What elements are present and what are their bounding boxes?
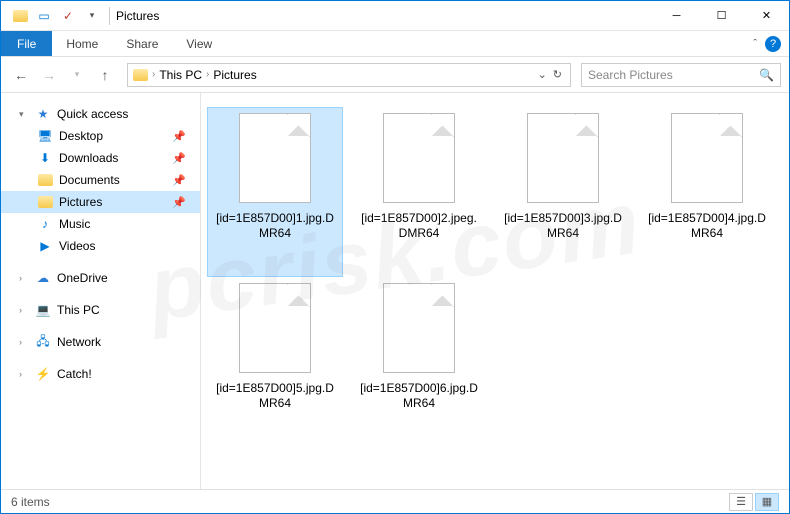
file-item[interactable]: [id=1E857D00]1.jpg.DMR64 [207, 107, 343, 277]
ribbon-tabs: File Home Share View ˆ ? [1, 31, 789, 57]
qat-dropdown-icon[interactable]: ▾ [81, 5, 103, 27]
maximize-button[interactable]: ☐ [699, 1, 744, 31]
new-folder-icon[interactable]: ✓ [57, 5, 79, 27]
item-count: 6 items [11, 495, 50, 509]
downloads-icon: ⬇ [37, 150, 53, 166]
up-button[interactable]: ↑ [93, 63, 117, 87]
sidebar-item-pictures[interactable]: Pictures 📌 [1, 191, 200, 213]
file-item[interactable]: [id=1E857D00]2.jpeg.DMR64 [351, 107, 487, 277]
expand-icon[interactable]: › [19, 369, 29, 379]
search-icon: 🔍 [759, 68, 774, 82]
address-bar[interactable]: › This PC › Pictures ⌄ ↻ [127, 63, 571, 87]
file-name: [id=1E857D00]6.jpg.DMR64 [357, 381, 481, 411]
help-icon[interactable]: ? [765, 36, 781, 52]
videos-icon: ▶ [37, 238, 53, 254]
window-controls: ─ ☐ ✕ [654, 1, 789, 31]
generic-file-icon [527, 113, 599, 203]
search-input[interactable]: Search Pictures 🔍 [581, 63, 781, 87]
expand-icon[interactable]: › [19, 305, 29, 315]
separator [109, 7, 110, 25]
catch-icon: ⚡ [35, 366, 51, 382]
navigation-bar: ← → ▾ ↑ › This PC › Pictures ⌄ ↻ Search … [1, 57, 789, 93]
documents-icon [37, 172, 53, 188]
back-button[interactable]: ← [9, 63, 33, 87]
file-name: [id=1E857D00]3.jpg.DMR64 [501, 211, 625, 241]
sidebar-item-music[interactable]: ♪ Music [1, 213, 200, 235]
pictures-icon [37, 194, 53, 210]
address-dropdown-icon[interactable]: ⌄ [538, 68, 547, 81]
refresh-icon[interactable]: ↻ [553, 68, 562, 81]
file-name: [id=1E857D00]5.jpg.DMR64 [213, 381, 337, 411]
icons-view-button[interactable]: ▦ [755, 493, 779, 511]
chevron-right-icon[interactable]: › [152, 69, 155, 80]
tab-view[interactable]: View [172, 31, 226, 56]
file-name: [id=1E857D00]2.jpeg.DMR64 [357, 211, 481, 241]
star-icon: ★ [35, 106, 51, 122]
cloud-icon: ☁ [35, 270, 51, 286]
sidebar-item-videos[interactable]: ▶ Videos [1, 235, 200, 257]
breadcrumb-item[interactable]: Pictures [213, 68, 256, 82]
file-name: [id=1E857D00]1.jpg.DMR64 [213, 211, 337, 241]
chevron-right-icon[interactable]: › [206, 69, 209, 80]
file-item[interactable]: [id=1E857D00]6.jpg.DMR64 [351, 277, 487, 447]
expand-icon[interactable]: › [19, 337, 29, 347]
file-item[interactable]: [id=1E857D00]4.jpg.DMR64 [639, 107, 775, 277]
sidebar-item-desktop[interactable]: 🖥 Desktop 📌 [1, 125, 200, 147]
music-icon: ♪ [37, 216, 53, 232]
folder-icon [9, 5, 31, 27]
details-view-button[interactable]: ☰ [729, 493, 753, 511]
folder-icon [132, 67, 148, 83]
generic-file-icon [239, 113, 311, 203]
sidebar-this-pc[interactable]: › 💻 This PC [1, 299, 200, 321]
search-placeholder: Search Pictures [588, 68, 759, 82]
navigation-pane: ▾ ★ Quick access 🖥 Desktop 📌 ⬇ Downloads… [1, 93, 201, 491]
sidebar-network[interactable]: › 🖧 Network [1, 331, 200, 353]
expand-icon[interactable]: ▾ [19, 109, 29, 120]
expand-icon[interactable]: › [19, 273, 29, 283]
generic-file-icon [383, 113, 455, 203]
sidebar-item-downloads[interactable]: ⬇ Downloads 📌 [1, 147, 200, 169]
file-tab[interactable]: File [1, 31, 52, 56]
status-bar: 6 items ☰ ▦ [1, 489, 789, 513]
sidebar-item-documents[interactable]: Documents 📌 [1, 169, 200, 191]
title-bar: ▭ ✓ ▾ Pictures ─ ☐ ✕ [1, 1, 789, 31]
breadcrumb-item[interactable]: This PC [159, 68, 202, 82]
pc-icon: 💻 [35, 302, 51, 318]
quick-access-toolbar: ▭ ✓ ▾ [1, 5, 103, 27]
pin-icon: 📌 [172, 152, 186, 165]
desktop-icon: 🖥 [37, 128, 53, 144]
generic-file-icon [671, 113, 743, 203]
file-item[interactable]: [id=1E857D00]5.jpg.DMR64 [207, 277, 343, 447]
file-list[interactable]: [id=1E857D00]1.jpg.DMR64 [id=1E857D00]2.… [201, 93, 789, 491]
file-item[interactable]: [id=1E857D00]3.jpg.DMR64 [495, 107, 631, 277]
recent-dropdown-icon[interactable]: ▾ [65, 63, 89, 87]
file-name: [id=1E857D00]4.jpg.DMR64 [645, 211, 769, 241]
pin-icon: 📌 [172, 174, 186, 187]
pin-icon: 📌 [172, 196, 186, 209]
network-icon: 🖧 [35, 334, 51, 350]
tab-home[interactable]: Home [52, 31, 112, 56]
forward-button[interactable]: → [37, 63, 61, 87]
collapse-ribbon-icon[interactable]: ˆ [753, 38, 757, 50]
sidebar-catch[interactable]: › ⚡ Catch! [1, 363, 200, 385]
window-title: Pictures [116, 9, 159, 23]
generic-file-icon [383, 283, 455, 373]
pin-icon: 📌 [172, 130, 186, 143]
generic-file-icon [239, 283, 311, 373]
sidebar-quick-access[interactable]: ▾ ★ Quick access [1, 103, 200, 125]
sidebar-onedrive[interactable]: › ☁ OneDrive [1, 267, 200, 289]
minimize-button[interactable]: ─ [654, 1, 699, 31]
properties-icon[interactable]: ▭ [33, 5, 55, 27]
tab-share[interactable]: Share [112, 31, 172, 56]
explorer-body: ▾ ★ Quick access 🖥 Desktop 📌 ⬇ Downloads… [1, 93, 789, 491]
close-button[interactable]: ✕ [744, 1, 789, 31]
